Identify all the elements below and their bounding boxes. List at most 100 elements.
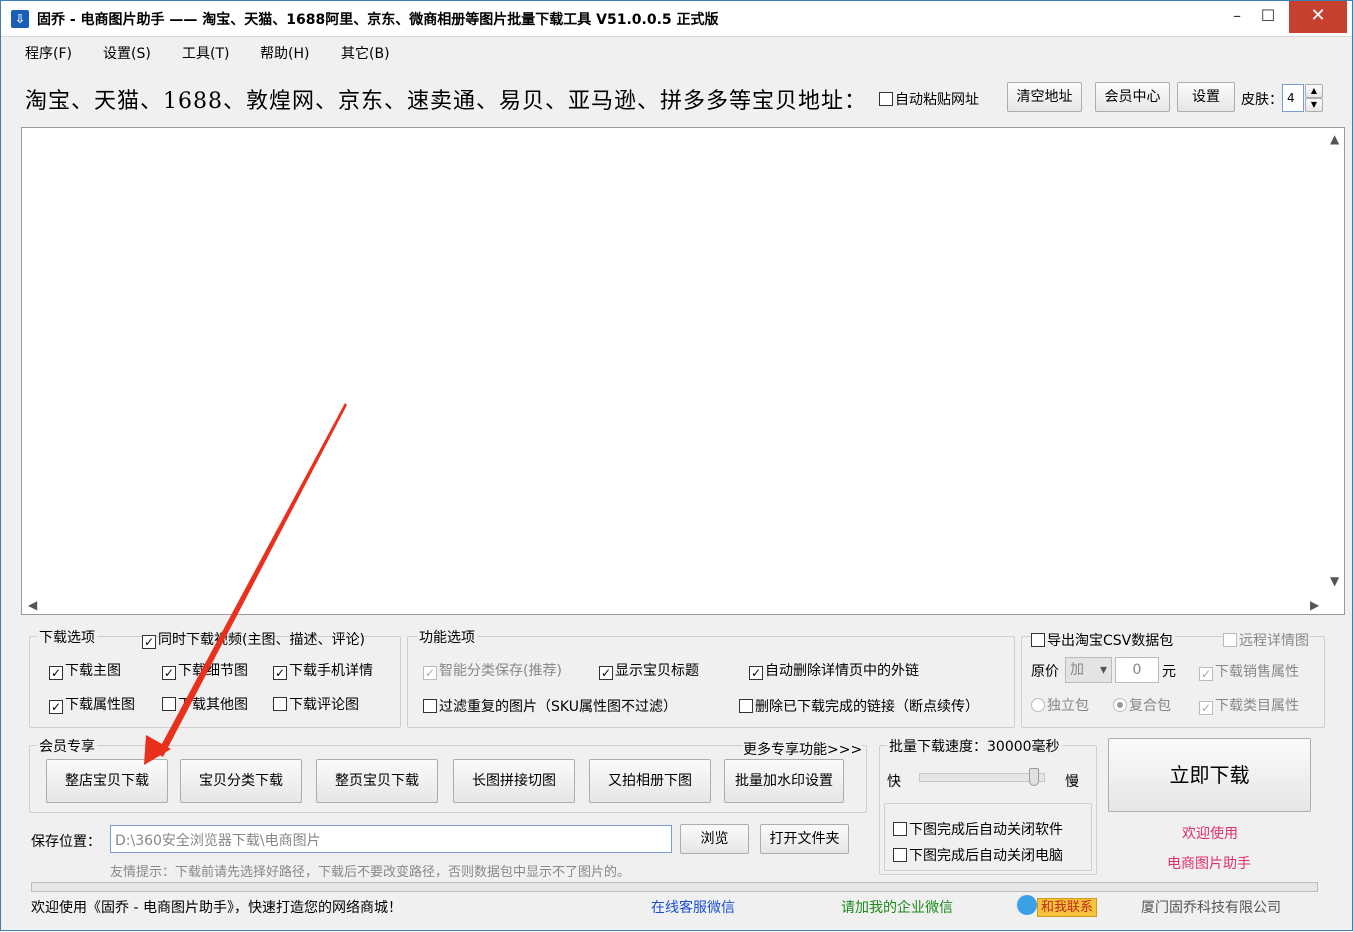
auto-close-soft-checkbox[interactable]: 下图完成后自动关闭软件 [893, 819, 1063, 839]
download-detail-img-checkbox[interactable]: ✓ 下载细节图 [162, 660, 248, 680]
checkbox-box[interactable] [893, 848, 907, 862]
delete-done-checkbox[interactable]: 删除已下载完成的链接（断点续传） [739, 696, 979, 716]
download-other-img-checkbox[interactable]: 下载其他图 [162, 694, 248, 714]
vertical-scrollbar[interactable]: ▲ ▼ [1326, 128, 1344, 596]
welcome-text-line2: 电商图片助手 [1167, 856, 1251, 872]
member-center-button[interactable]: 会员中心 [1095, 82, 1170, 112]
check-icon[interactable]: ✓ [1199, 667, 1213, 681]
long-image-stitch-button[interactable]: 长图拼接切图 [453, 759, 575, 803]
scroll-left-icon[interactable]: ◀ [28, 598, 37, 612]
clear-address-button[interactable]: 清空地址 [1007, 82, 1082, 112]
close-button[interactable]: ✕ [1289, 1, 1347, 33]
checkbox-box[interactable] [1223, 633, 1237, 647]
download-attr-img-label: 下载属性图 [65, 697, 135, 713]
download-review-img-checkbox[interactable]: 下载评论图 [273, 694, 359, 714]
download-mobile-detail-checkbox[interactable]: ✓ 下载手机详情 [273, 660, 373, 680]
speed-slider-handle[interactable] [1029, 768, 1040, 786]
scroll-down-icon[interactable]: ▼ [1330, 574, 1339, 588]
check-icon[interactable]: ✓ [423, 666, 437, 680]
download-main-img-label: 下载主图 [65, 663, 121, 679]
category-download-button[interactable]: 宝贝分类下载 [180, 759, 302, 803]
wechat-service-link[interactable]: 在线客服微信 [651, 897, 735, 917]
window-title: 固乔 - 电商图片助手 —— 淘宝、天猫、1688阿里、京东、微商相册等图片批量… [37, 12, 719, 28]
check-icon[interactable]: ✓ [749, 666, 763, 680]
download-main-img-checkbox[interactable]: ✓ 下载主图 [49, 660, 121, 680]
check-icon[interactable]: ✓ [599, 666, 613, 680]
combo-pkg-radio[interactable]: 复合包 [1113, 695, 1171, 715]
download-other-img-label: 下载其他图 [178, 697, 248, 713]
skin-spinner-input[interactable]: 4 [1282, 84, 1304, 112]
skin-down-icon[interactable]: ▼ [1305, 98, 1323, 112]
check-icon[interactable]: ✓ [142, 635, 156, 649]
download-options-title: 下载选项 [37, 627, 97, 647]
check-icon[interactable]: ✓ [273, 666, 287, 680]
maximize-button[interactable]: ☐ [1245, 1, 1291, 33]
check-icon[interactable]: ✓ [49, 700, 63, 714]
export-csv-checkbox[interactable]: 导出淘宝CSV数据包 [1031, 630, 1176, 650]
price-label: 原价 [1031, 664, 1059, 680]
speed-slider-track[interactable] [919, 773, 1045, 782]
scroll-up-icon[interactable]: ▲ [1330, 132, 1339, 146]
download-video-checkbox[interactable]: ✓ 同时下载视频(主图、描述、评论) [142, 629, 365, 649]
checkbox-box[interactable] [423, 699, 437, 713]
smart-save-checkbox[interactable]: ✓ 智能分类保存(推荐) [423, 660, 562, 680]
category-attr-label: 下载类目属性 [1215, 698, 1299, 714]
checkbox-box[interactable] [893, 822, 907, 836]
auto-delete-links-label: 自动删除详情页中的外链 [765, 663, 919, 679]
download-options-group [29, 636, 401, 728]
remote-detail-checkbox[interactable]: 远程详情图 [1223, 630, 1309, 650]
url-textarea[interactable]: ▲ ▼ ◀ ▶ [21, 127, 1345, 615]
menu-other[interactable]: 其它(B) [341, 43, 390, 63]
auto-paste-label: 自动粘贴网址 [895, 92, 979, 108]
checkbox-box[interactable] [162, 697, 176, 711]
menu-help[interactable]: 帮助(H) [260, 43, 309, 63]
show-title-checkbox[interactable]: ✓ 显示宝贝标题 [599, 660, 699, 680]
radio-circle[interactable] [1031, 698, 1045, 712]
browse-button[interactable]: 浏览 [680, 824, 749, 854]
auto-delete-links-checkbox[interactable]: ✓ 自动删除详情页中的外链 [749, 660, 919, 680]
menu-settings[interactable]: 设置(S) [103, 43, 151, 63]
horizontal-scrollbar[interactable]: ◀ ▶ [22, 596, 1344, 614]
auto-close-pc-label: 下图完成后自动关闭电脑 [909, 848, 1063, 864]
check-icon[interactable]: ✓ [49, 666, 63, 680]
delete-done-label: 删除已下载完成的链接（断点续传） [755, 699, 979, 715]
checkbox-box[interactable] [1031, 633, 1045, 647]
download-attr-img-checkbox[interactable]: ✓ 下载属性图 [49, 694, 135, 714]
price-op-value: 加 [1070, 662, 1084, 678]
price-op-select[interactable]: 加 ▾ [1065, 657, 1112, 683]
speed-fast-label: 快 [887, 774, 901, 790]
category-attr-checkbox[interactable]: ✓ 下载类目属性 [1199, 695, 1299, 715]
price-value-input[interactable]: 0 [1115, 657, 1159, 683]
sales-attr-checkbox[interactable]: ✓ 下载销售属性 [1199, 661, 1299, 681]
enterprise-wechat-link[interactable]: 请加我的企业微信 [841, 897, 953, 917]
skin-up-icon[interactable]: ▲ [1305, 84, 1323, 98]
download-now-button[interactable]: 立即下载 [1108, 738, 1311, 812]
batch-watermark-button[interactable]: 批量加水印设置 [724, 759, 844, 803]
function-options-title: 功能选项 [417, 627, 477, 647]
checkbox-box[interactable] [739, 699, 753, 713]
check-icon[interactable]: ✓ [1199, 701, 1213, 715]
single-pkg-radio[interactable]: 独立包 [1031, 695, 1089, 715]
auto-paste-checkbox[interactable]: 自动粘贴网址 [879, 89, 979, 109]
whole-shop-download-button[interactable]: 整店宝贝下载 [46, 759, 168, 803]
checkbox-box[interactable] [879, 92, 893, 106]
menu-tools[interactable]: 工具(T) [182, 43, 229, 63]
settings-button[interactable]: 设置 [1177, 82, 1235, 112]
scroll-right-icon[interactable]: ▶ [1310, 598, 1319, 612]
single-pkg-label: 独立包 [1047, 698, 1089, 714]
filter-dup-checkbox[interactable]: 过滤重复的图片（SKU属性图不过滤） [423, 696, 677, 716]
combo-pkg-label: 复合包 [1129, 698, 1171, 714]
checkbox-box[interactable] [273, 697, 287, 711]
radio-circle[interactable] [1113, 698, 1127, 712]
menu-bar: 程序(F) 设置(S) 工具(T) 帮助(H) 其它(B) [1, 38, 1352, 66]
upai-album-download-button[interactable]: 又拍相册下图 [589, 759, 711, 803]
menu-program[interactable]: 程序(F) [25, 43, 72, 63]
open-folder-button[interactable]: 打开文件夹 [760, 824, 849, 854]
whole-page-download-button[interactable]: 整页宝贝下载 [316, 759, 438, 803]
contact-link[interactable]: 和我联系 [1017, 895, 1098, 917]
check-icon[interactable]: ✓ [162, 666, 176, 680]
smart-save-label: 智能分类保存(推荐) [439, 663, 562, 679]
save-path-input[interactable]: D:\360安全浏览器下载\电商图片 [110, 825, 672, 853]
auto-close-pc-checkbox[interactable]: 下图完成后自动关闭电脑 [893, 845, 1063, 865]
more-features-link[interactable]: 更多专享功能>>> [743, 739, 863, 759]
